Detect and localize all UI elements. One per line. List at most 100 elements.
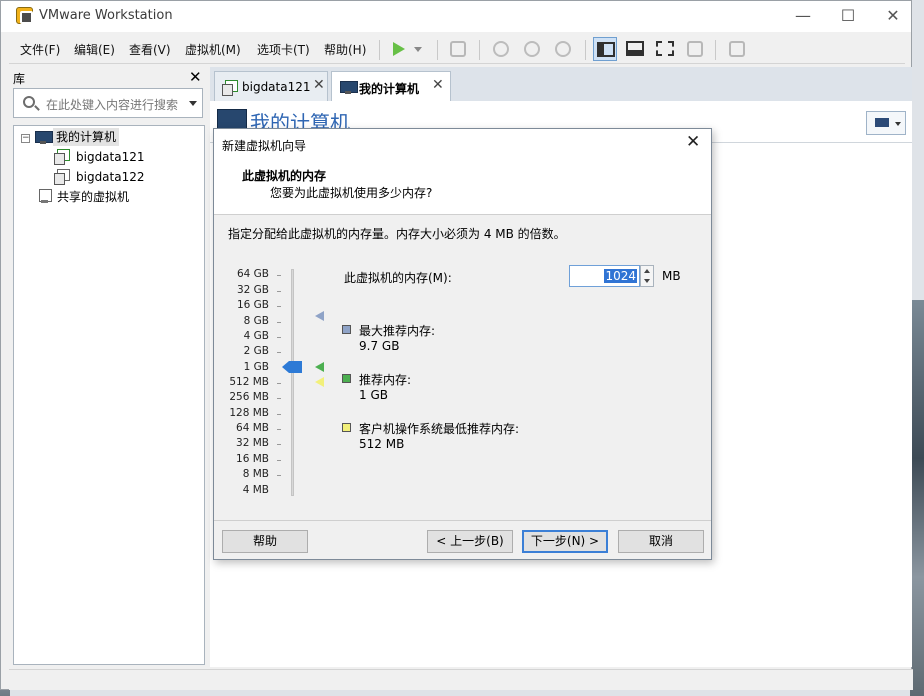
legend-min-value: 512 MB <box>359 437 405 451</box>
menu-vm[interactable]: 虚拟机(M) <box>185 41 241 58</box>
snapshot-manager-icon <box>555 41 571 57</box>
scale-label: 32 MB <box>236 437 269 449</box>
scale-tick <box>277 398 281 399</box>
window-title: VMware Workstation <box>39 8 173 23</box>
memory-slider-thumb[interactable] <box>282 361 302 373</box>
menu-tabs[interactable]: 选项卡(T) <box>257 41 310 58</box>
collapse-icon[interactable]: − <box>21 134 30 143</box>
thumbnail-icon <box>626 41 644 56</box>
memory-field-label: 此虚拟机的内存(M): <box>344 271 452 285</box>
thumbnail-bar-button[interactable] <box>623 37 647 61</box>
legend-recommended-title: 推荐内存: <box>359 373 412 387</box>
revert-snapshot-button[interactable] <box>520 37 544 61</box>
scale-label: 32 GB <box>236 284 269 296</box>
legend-max-value: 9.7 GB <box>359 339 400 353</box>
menu-help[interactable]: 帮助(H) <box>324 41 366 58</box>
title-bar: VMware Workstation — ☐ ✕ <box>1 1 911 32</box>
spin-down-icon[interactable] <box>644 279 650 283</box>
snapshot-button[interactable] <box>489 37 513 61</box>
search-icon <box>23 96 35 108</box>
menu-file[interactable]: 文件(F) <box>20 41 60 58</box>
power-dropdown-button[interactable] <box>409 37 433 61</box>
send-ctrl-alt-del-button[interactable] <box>446 37 470 61</box>
memory-spinner[interactable] <box>640 265 654 287</box>
tree-item-shared-vms[interactable]: 共享的虚拟机 <box>57 188 129 206</box>
scale-tick <box>277 444 281 445</box>
library-tree: − 我的计算机 bigdata121 bigdata122 共享的虚拟机 <box>13 125 205 665</box>
tree-item-my-computer[interactable]: 我的计算机 <box>53 128 120 146</box>
view-mode-button[interactable] <box>866 111 906 135</box>
scale-tick <box>277 306 281 307</box>
unity-icon <box>687 41 703 57</box>
legend-recommended-value: 1 GB <box>359 388 388 402</box>
dialog-close-icon[interactable]: ✕ <box>686 132 700 152</box>
tree-item-bigdata122[interactable]: bigdata122 <box>76 168 145 186</box>
show-library-button[interactable] <box>593 37 617 61</box>
spin-up-icon[interactable] <box>644 269 650 273</box>
revert-icon <box>524 41 540 57</box>
back-button[interactable]: < 上一步(B) <box>427 530 513 553</box>
tab-my-computer[interactable]: 我的计算机 ✕ <box>331 71 451 101</box>
dialog-subheading: 您要为此虚拟机使用多少内存? <box>270 186 433 200</box>
maximize-button[interactable]: ☐ <box>828 4 868 28</box>
scale-tick <box>277 414 281 415</box>
library-view-icon <box>597 42 615 57</box>
menu-toolbar: 文件(F) 编辑(E) 查看(V) 虚拟机(M) 选项卡(T) 帮助(H) <box>9 34 905 64</box>
tab-close-icon[interactable]: ✕ <box>313 77 325 93</box>
scale-tick <box>277 291 281 292</box>
legend-max-swatch <box>342 325 351 334</box>
toolbar-separator <box>715 40 716 60</box>
library-close-icon[interactable]: ✕ <box>189 68 202 86</box>
search-placeholder: 在此处键入内容进行搜索 <box>46 98 179 112</box>
legend-recommended-swatch <box>342 374 351 383</box>
legend-max-title: 最大推荐内存: <box>359 324 436 338</box>
vmware-logo-icon <box>16 7 33 24</box>
library-title: 库 <box>13 72 26 86</box>
scale-label: 1 GB <box>243 361 269 373</box>
scale-label: 8 MB <box>242 468 269 480</box>
scale-tick <box>277 322 281 323</box>
play-icon <box>393 42 405 56</box>
close-window-button[interactable]: ✕ <box>873 4 913 28</box>
scale-label: 64 MB <box>236 422 269 434</box>
tree-item-bigdata121[interactable]: bigdata121 <box>76 148 145 166</box>
library-search-input[interactable]: 在此处键入内容进行搜索 <box>13 88 203 118</box>
console-view-button[interactable] <box>725 37 749 61</box>
tab-label: 我的计算机 <box>359 82 420 96</box>
power-on-button[interactable] <box>387 37 411 61</box>
memory-slider-track[interactable] <box>291 269 294 496</box>
chevron-down-icon <box>414 47 422 52</box>
full-screen-button[interactable] <box>653 37 677 61</box>
chevron-down-icon[interactable] <box>189 101 197 106</box>
toolbar-separator <box>585 40 586 60</box>
cancel-button[interactable]: 取消 <box>618 530 704 553</box>
memory-unit: MB <box>662 269 681 283</box>
scale-label: 512 MB <box>229 376 269 388</box>
tab-bigdata121[interactable]: bigdata121 ✕ <box>214 71 328 101</box>
next-button[interactable]: 下一步(N) > <box>522 530 608 553</box>
dialog-description: 指定分配给此虚拟机的内存量。内存大小必须为 4 MB 的倍数。 <box>228 227 566 241</box>
menu-edit[interactable]: 编辑(E) <box>74 41 115 58</box>
dialog-footer-divider <box>214 520 711 521</box>
scale-tick <box>277 383 281 384</box>
computer-icon <box>340 81 358 94</box>
snapshot-icon <box>493 41 509 57</box>
tab-label: bigdata121 <box>242 80 311 94</box>
snapshot-manager-button[interactable] <box>551 37 575 61</box>
legend-min-title: 客户机操作系统最低推荐内存: <box>359 422 520 436</box>
dialog-header: 新建虚拟机向导 ✕ 此虚拟机的内存 您要为此虚拟机使用多少内存? <box>214 129 711 215</box>
keyboard-icon <box>450 41 466 57</box>
library-panel: 库 ✕ 在此处键入内容进行搜索 − 我的计算机 bigdata121 bigda… <box>9 67 206 667</box>
help-button[interactable]: 帮助 <box>222 530 308 553</box>
vm-running-icon <box>222 80 238 96</box>
scale-tick <box>277 429 281 430</box>
recommended-marker-icon <box>315 362 324 372</box>
new-vm-wizard-dialog: 新建虚拟机向导 ✕ 此虚拟机的内存 您要为此虚拟机使用多少内存? 指定分配给此虚… <box>213 128 712 560</box>
max-recommended-marker-icon <box>315 311 324 321</box>
unity-button[interactable] <box>683 37 707 61</box>
menu-view[interactable]: 查看(V) <box>129 41 171 58</box>
tab-close-icon[interactable]: ✕ <box>432 77 444 93</box>
memory-input[interactable]: 1024 <box>569 265 640 287</box>
minimize-button[interactable]: — <box>783 4 823 28</box>
scale-label: 256 MB <box>229 391 269 403</box>
